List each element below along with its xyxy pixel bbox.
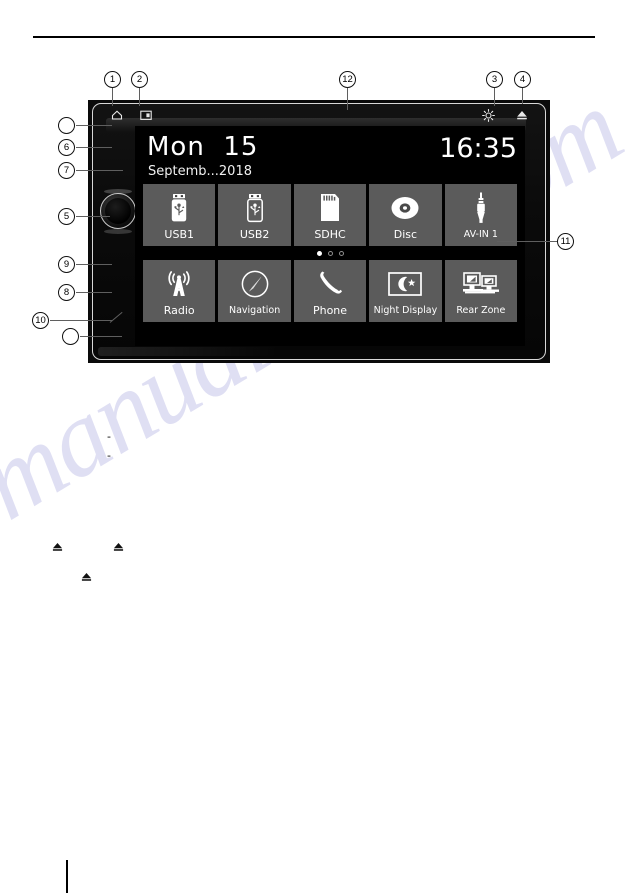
tile-phone[interactable]: Phone bbox=[293, 260, 367, 322]
leader-blank-top bbox=[76, 125, 112, 127]
body-dash-1: - bbox=[107, 430, 111, 443]
tile-label: USB2 bbox=[239, 228, 270, 241]
app-row-1: USB1 USB2 SDHC Disc AV-IN 1 bbox=[143, 184, 518, 246]
tile-night-display[interactable]: Night Display bbox=[369, 260, 442, 322]
tile-label: Rear Zone bbox=[456, 305, 506, 316]
leader-6 bbox=[76, 147, 112, 149]
volume-knob[interactable] bbox=[100, 189, 136, 234]
manual-page: 1 2 12 3 4 6 7 5 9 8 10 11 Mon 15 Septem… bbox=[0, 0, 629, 893]
tile-av-in-1[interactable]: AV-IN 1 bbox=[444, 184, 518, 246]
tile-radio[interactable]: Radio bbox=[143, 260, 216, 322]
tile-label: Navigation bbox=[228, 305, 281, 316]
brightness-icon[interactable] bbox=[482, 108, 495, 122]
page-indicator bbox=[143, 246, 517, 260]
leader-3 bbox=[494, 88, 496, 106]
page-dot-2[interactable] bbox=[327, 250, 333, 256]
usb-icon bbox=[244, 190, 266, 226]
moon-star-icon bbox=[388, 266, 423, 302]
home-icon[interactable] bbox=[110, 109, 123, 122]
av-plug-icon bbox=[472, 190, 490, 226]
status-bar bbox=[102, 106, 536, 124]
footer-tick bbox=[66, 860, 68, 893]
callout-blank-bottom bbox=[62, 328, 79, 345]
bezel-bottom-highlight bbox=[98, 347, 278, 356]
callout-9: 9 bbox=[58, 256, 75, 273]
callout-blank-top bbox=[58, 117, 75, 134]
car-head-unit: Mon 15 Septemb...2018 16:35 USB1 USB2 SD… bbox=[88, 100, 550, 363]
tile-label: Phone bbox=[312, 304, 348, 317]
tile-disc[interactable]: Disc bbox=[369, 184, 442, 246]
usb-icon bbox=[168, 190, 190, 226]
tile-usb1[interactable]: USB1 bbox=[143, 184, 216, 246]
leader-8 bbox=[76, 292, 112, 294]
tile-label: USB1 bbox=[164, 228, 194, 241]
radio-tower-icon bbox=[162, 266, 196, 302]
leader-5 bbox=[76, 216, 110, 218]
clock-time: 16:35 bbox=[439, 133, 517, 164]
callout-12: 12 bbox=[339, 71, 356, 88]
leader-blank-bottom bbox=[80, 336, 122, 338]
tile-label: Radio bbox=[163, 304, 195, 317]
app-grid: USB1 USB2 SDHC Disc AV-IN 1 Radio Naviga… bbox=[143, 184, 518, 322]
tile-label: Night Display bbox=[373, 305, 438, 316]
tile-rear-zone[interactable]: Rear Zone bbox=[444, 260, 518, 322]
leader-1 bbox=[112, 88, 114, 106]
dual-monitor-icon bbox=[462, 266, 500, 302]
leader-4 bbox=[522, 88, 524, 104]
tile-usb2[interactable]: USB2 bbox=[218, 184, 291, 246]
disc-icon bbox=[390, 190, 420, 226]
clock-row: Mon 15 Septemb...2018 16:35 bbox=[145, 132, 517, 184]
callout-11: 11 bbox=[557, 233, 574, 250]
eject-mark-1 bbox=[52, 539, 63, 551]
callout-1: 1 bbox=[104, 71, 121, 88]
leader-10 bbox=[50, 320, 112, 322]
eject-mark-3 bbox=[81, 569, 92, 581]
date-secondary: Septemb...2018 bbox=[148, 164, 252, 179]
callout-8: 8 bbox=[58, 284, 75, 301]
tile-sdhc[interactable]: SDHC bbox=[293, 184, 367, 246]
leader-11 bbox=[497, 241, 557, 243]
callout-5: 5 bbox=[58, 208, 75, 225]
phone-handset-icon bbox=[316, 266, 344, 302]
leader-9 bbox=[76, 264, 112, 266]
tile-label: Disc bbox=[393, 228, 418, 241]
eject-mark-2 bbox=[113, 539, 124, 551]
tile-navigation[interactable]: Navigation bbox=[218, 260, 291, 322]
app-row-2: Radio Navigation Phone Night Display Rea… bbox=[143, 260, 518, 322]
callout-7: 7 bbox=[58, 162, 75, 179]
leader-12 bbox=[347, 88, 349, 110]
leader-7 bbox=[76, 170, 123, 172]
knob-ring bbox=[100, 193, 136, 229]
callout-4: 4 bbox=[514, 71, 531, 88]
tile-label: AV-IN 1 bbox=[463, 229, 498, 240]
knob-highlight-bottom bbox=[104, 229, 132, 234]
callout-6: 6 bbox=[58, 139, 75, 156]
page-dot-1[interactable] bbox=[316, 250, 322, 256]
sd-card-icon bbox=[317, 190, 343, 226]
date-primary: Mon 15 bbox=[147, 132, 259, 162]
callout-3: 3 bbox=[486, 71, 503, 88]
callout-10: 10 bbox=[32, 312, 49, 329]
header-rule bbox=[33, 36, 595, 38]
lcd-screen: Mon 15 Septemb...2018 16:35 USB1 USB2 SD… bbox=[135, 126, 525, 346]
display-mode-icon[interactable] bbox=[139, 109, 152, 122]
tile-label: SDHC bbox=[314, 228, 346, 241]
eject-icon[interactable] bbox=[515, 109, 528, 122]
body-dash-2: - bbox=[107, 449, 111, 462]
callout-2: 2 bbox=[131, 71, 148, 88]
compass-icon bbox=[240, 266, 270, 302]
leader-2 bbox=[139, 88, 141, 106]
page-dot-3[interactable] bbox=[338, 250, 344, 256]
